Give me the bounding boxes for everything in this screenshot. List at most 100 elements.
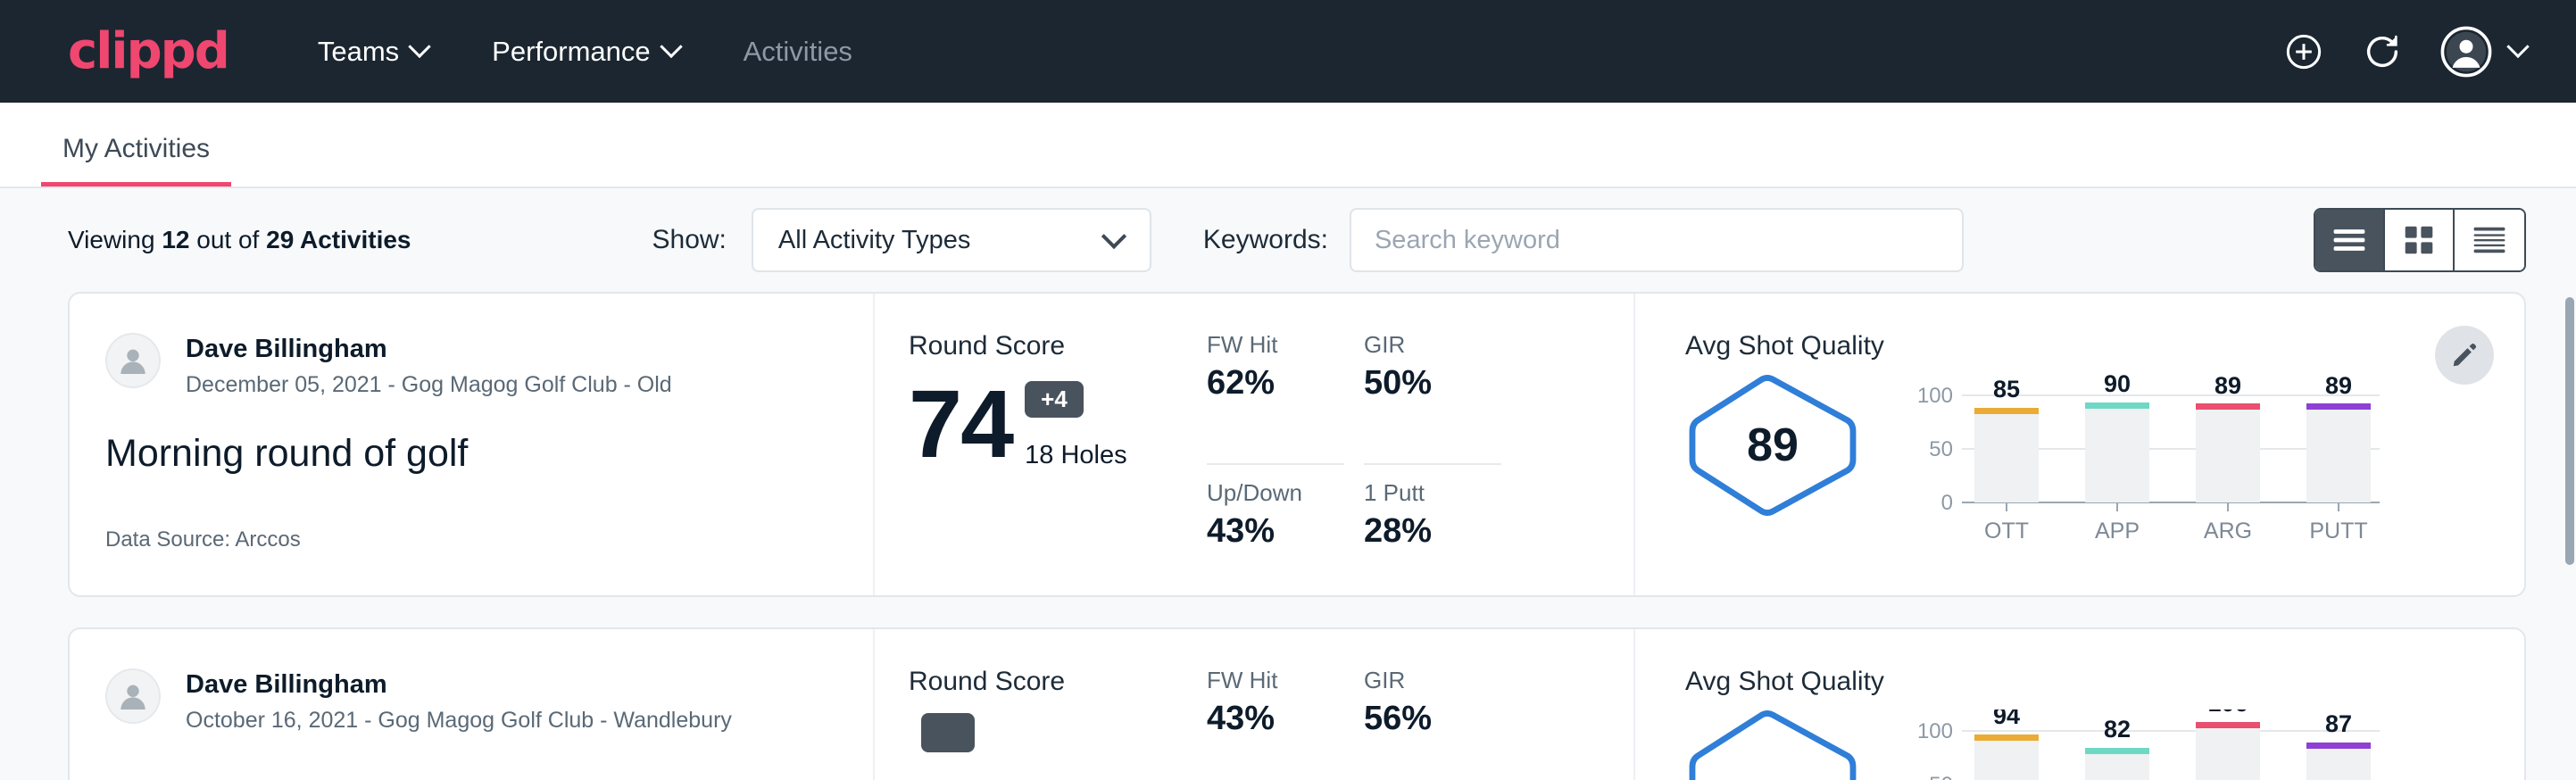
activity-title: Morning round of golf [105, 432, 837, 476]
viewing-count: 12 [162, 226, 189, 253]
shot-quality-bar-chart: 100 50 0 94 82 [1903, 709, 2385, 780]
chevron-down-icon [660, 35, 682, 57]
bar-label-putt: 89 [2325, 374, 2352, 399]
bar-cap-ott [1974, 734, 2039, 741]
round-score-badge [921, 713, 975, 752]
stat-value: 28% [1364, 512, 1501, 551]
bar-label-putt: 87 [2325, 710, 2352, 737]
round-score-column: Round Score 74 +4 18 Holes [875, 294, 1180, 595]
bar-ott [1974, 738, 2039, 780]
activity-list[interactable]: Dave Billingham December 05, 2021 - Gog … [0, 292, 2576, 780]
primary-nav: Teams Performance Activities [318, 36, 852, 68]
filter-bar: Viewing 12 out of 29 Activities Show: Al… [0, 188, 2576, 292]
bar-label-ott: 94 [1993, 709, 2020, 729]
person-icon [115, 678, 151, 714]
stat-label: GIR [1364, 667, 1501, 694]
xtick-ott: OTT [1984, 519, 2029, 544]
round-score-value: 74 [909, 378, 1012, 470]
viewing-count-text: Viewing 12 out of 29 Activities [68, 226, 411, 254]
scrollbar-thumb[interactable] [2565, 297, 2574, 565]
bar-label-app: 82 [2104, 716, 2131, 743]
view-mode-list-button[interactable] [2315, 210, 2385, 270]
bar-cap-putt [2306, 403, 2371, 410]
stat-label: GIR [1364, 331, 1501, 359]
activity-card[interactable]: Dave Billingham October 16, 2021 - Gog M… [68, 627, 2526, 780]
view-mode-detail-button[interactable] [2455, 210, 2524, 270]
pencil-icon [2450, 341, 2479, 369]
activity-card[interactable]: Dave Billingham December 05, 2021 - Gog … [68, 292, 2526, 597]
avg-shot-quality-hexagon: 89 [1685, 374, 1860, 517]
nav-item-teams[interactable]: Teams [318, 36, 428, 68]
round-score-column: Round Score [875, 629, 1180, 780]
xtick-app: APP [2095, 519, 2140, 544]
list-view-icon [2332, 227, 2366, 253]
stat-label: FW Hit [1207, 667, 1344, 694]
activity-info-column: Dave Billingham December 05, 2021 - Gog … [70, 294, 875, 595]
nav-item-performance-label: Performance [492, 36, 650, 68]
chevron-down-icon [2506, 35, 2529, 57]
bar-cap-app [2085, 402, 2149, 409]
bar-label-arg: 89 [2215, 374, 2241, 399]
bar-putt [2306, 407, 2371, 502]
stat-gir: GIR 56% [1364, 667, 1501, 780]
bar-chart-svg: 100 50 0 94 82 [1903, 709, 2385, 780]
bar-cap-arg [2196, 403, 2260, 410]
xtick-putt: PUTT [2309, 519, 2367, 544]
activity-info-column: Dave Billingham October 16, 2021 - Gog M… [70, 629, 875, 780]
bar-ott [1974, 411, 2039, 502]
vertical-scrollbar[interactable] [2564, 292, 2576, 780]
xtick-arg: ARG [2204, 519, 2252, 544]
edit-activity-button[interactable] [2435, 326, 2494, 385]
stat-fw-hit: FW Hit 43% [1207, 667, 1344, 780]
ytick-100: 100 [1917, 384, 1953, 408]
activity-type-select-value: All Activity Types [778, 226, 970, 255]
stat-up-down: Up/Down 43% [1207, 479, 1344, 595]
nav-item-activities[interactable]: Activities [744, 36, 852, 68]
bar-cap-putt [2306, 743, 2371, 749]
avg-shot-quality-label: Avg Shot Quality [1685, 667, 2524, 697]
avg-shot-quality-value [1685, 709, 1860, 780]
avg-shot-quality-hexagon [1685, 709, 1860, 780]
person-icon [115, 343, 151, 378]
search-input[interactable] [1350, 208, 1964, 272]
avatar [105, 668, 161, 724]
viewing-total: 29 Activities [266, 226, 411, 253]
round-score-row: 74 +4 18 Holes [909, 378, 1180, 470]
nav-item-teams-label: Teams [318, 36, 399, 68]
nav-item-activities-label: Activities [744, 36, 852, 68]
round-score-label: Round Score [909, 331, 1180, 361]
stat-value: 56% [1364, 700, 1501, 738]
tab-my-activities[interactable]: My Activities [41, 134, 231, 187]
bar-arg [2196, 407, 2260, 502]
bar-label-arg: 106 [2207, 709, 2248, 717]
refresh-icon[interactable] [2362, 31, 2403, 72]
detail-view-icon [2472, 226, 2506, 254]
add-circle-icon[interactable] [2283, 31, 2324, 72]
bar-label-app: 90 [2104, 374, 2131, 397]
activity-person-name: Dave Billingham [186, 668, 732, 701]
avatar [105, 333, 161, 388]
activity-person-row: Dave Billingham October 16, 2021 - Gog M… [105, 668, 837, 734]
view-mode-toggle-group [2314, 208, 2526, 272]
stat-gir: GIR 50% [1364, 331, 1501, 465]
account-menu[interactable] [2440, 26, 2526, 78]
chevron-down-icon [408, 35, 430, 57]
bar-cap-app [2085, 748, 2149, 754]
stat-value: 43% [1207, 700, 1344, 738]
shot-quality-bar-chart: 100 50 0 85 90 [1903, 374, 2385, 566]
bar-arg [2196, 725, 2260, 780]
stat-value: 50% [1364, 364, 1501, 402]
stat-label: 1 Putt [1364, 479, 1501, 507]
activity-data-source: Data Source: Arccos [105, 527, 301, 552]
avg-shot-quality-label: Avg Shot Quality [1685, 331, 2524, 361]
view-mode-grid-button[interactable] [2385, 210, 2455, 270]
clippd-logo[interactable]: clippd [68, 27, 229, 77]
nav-item-performance[interactable]: Performance [492, 36, 678, 68]
account-avatar-icon [2440, 26, 2492, 78]
ytick-100: 100 [1917, 719, 1953, 743]
round-stats-grid: FW Hit 43% GIR 56% [1180, 629, 1635, 780]
avg-shot-quality-column: Avg Shot Quality 100 50 0 [1635, 629, 2524, 780]
avg-shot-quality-value: 89 [1685, 374, 1860, 517]
ytick-0: 0 [1941, 491, 1953, 515]
activity-type-select[interactable]: All Activity Types [752, 208, 1151, 272]
